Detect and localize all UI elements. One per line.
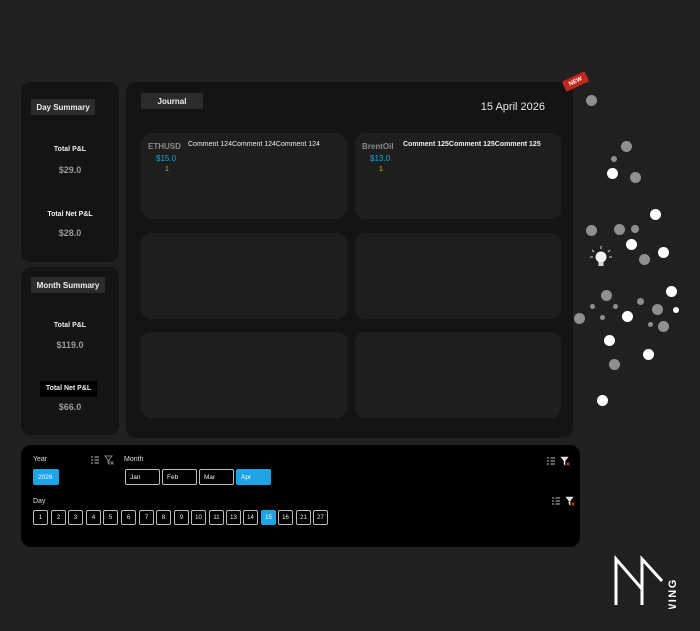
swing-logo: SWING <box>614 554 679 609</box>
day-option[interactable]: 13 <box>226 510 241 525</box>
month-option-mar[interactable]: Mar <box>199 469 234 485</box>
journal-card-empty[interactable] <box>141 233 347 319</box>
day-summary-panel: Day Summary Total P&L $29.0 Total Net P&… <box>21 82 119 262</box>
journal-panel: Journal 15 April 2026 ETHUSD $15.0 1 Com… <box>126 82 573 438</box>
day-option[interactable]: 6 <box>121 510 136 525</box>
day-summary-title: Day Summary <box>31 99 95 115</box>
journal-card[interactable]: ETHUSD $15.0 1 Comment 124Comment 124Com… <box>141 133 347 219</box>
multi-select-icon[interactable] <box>546 456 556 466</box>
decor-dot <box>613 304 618 309</box>
decor-dot <box>607 168 618 179</box>
month-total-net-pl-value: $66.0 <box>58 402 82 412</box>
multi-select-icon[interactable] <box>90 455 100 465</box>
clear-filter-icon[interactable] <box>560 456 570 466</box>
decor-dot <box>574 313 585 324</box>
decor-dot <box>631 225 639 233</box>
month-total-pl-label: Total P&L <box>53 322 87 329</box>
day-option[interactable]: 11 <box>209 510 224 525</box>
month-summary-title: Month Summary <box>31 277 105 293</box>
day-option[interactable]: 10 <box>191 510 206 525</box>
day-option[interactable]: 16 <box>278 510 293 525</box>
card-amount: $15.0 <box>156 154 177 163</box>
decor-dot <box>626 239 637 250</box>
journal-button[interactable]: Journal <box>141 93 203 109</box>
month-total-pl-value: $119.0 <box>56 340 84 350</box>
day-option[interactable]: 7 <box>139 510 154 525</box>
journal-card-empty[interactable] <box>141 332 347 418</box>
month-filter-title: Month <box>124 456 144 463</box>
decor-dot <box>604 335 615 346</box>
day-filter-title: Day <box>33 498 46 505</box>
card-symbol: ETHUSD <box>148 142 181 151</box>
card-count: 1 <box>165 166 169 173</box>
decor-dot <box>600 315 605 320</box>
day-option[interactable]: 9 <box>174 510 189 525</box>
day-option[interactable]: 1 <box>33 510 48 525</box>
logo-text: SWING <box>667 578 679 609</box>
decor-dot <box>621 141 632 152</box>
multi-select-icon[interactable] <box>551 496 561 506</box>
month-option-apr[interactable]: Apr <box>236 469 271 485</box>
day-total-pl-label: Total P&L <box>53 146 87 153</box>
day-total-net-pl-label: Total Net P&L <box>47 211 93 218</box>
day-option[interactable]: 5 <box>103 510 118 525</box>
month-option-feb[interactable]: Feb <box>162 469 197 485</box>
decor-dot <box>639 254 650 265</box>
new-badge: NEW <box>561 71 590 92</box>
clear-filter-icon[interactable] <box>565 496 575 506</box>
decor-dot <box>586 95 597 106</box>
day-total-pl-value: $29.0 <box>58 165 82 175</box>
decor-dot <box>652 304 663 315</box>
decor-dot <box>586 225 597 236</box>
decor-dot <box>648 322 653 327</box>
day-option[interactable]: 2 <box>51 510 66 525</box>
decor-dot <box>622 311 633 322</box>
lightbulb-icon <box>590 246 612 266</box>
decor-dot <box>643 349 654 360</box>
decor-dot <box>590 304 595 309</box>
card-count: 1 <box>379 166 383 173</box>
decor-dot <box>658 321 669 332</box>
day-option[interactable]: 21 <box>296 510 311 525</box>
decor-dot <box>637 298 644 305</box>
day-option-selected[interactable]: 15 <box>261 510 276 525</box>
day-option[interactable]: 3 <box>68 510 83 525</box>
journal-card-empty[interactable] <box>355 233 561 319</box>
year-option-2026[interactable]: 2026 <box>33 469 59 485</box>
card-symbol: BrentOil <box>362 142 394 151</box>
decor-dot <box>666 286 677 297</box>
decor-dot <box>614 224 625 235</box>
journal-card-empty[interactable] <box>355 332 561 418</box>
decor-dot <box>650 209 661 220</box>
month-total-net-pl-label: Total Net P&L <box>40 381 97 397</box>
day-option[interactable]: 8 <box>156 510 171 525</box>
day-option[interactable]: 14 <box>243 510 258 525</box>
day-total-net-pl-value: $28.0 <box>58 228 82 238</box>
decor-dot <box>673 307 679 313</box>
card-comment: Comment 124Comment 124Comment 124 <box>188 141 320 148</box>
journal-card[interactable]: BrentOil $13.0 1 Comment 125Comment 125C… <box>355 133 561 219</box>
decor-dot <box>630 172 641 183</box>
day-option[interactable]: 4 <box>86 510 101 525</box>
card-amount: $13.0 <box>370 154 391 163</box>
decor-dot <box>658 247 669 258</box>
decor-dot <box>609 359 620 370</box>
clear-filter-icon[interactable] <box>104 455 114 465</box>
month-summary-panel: Month Summary Total P&L $119.0 Total Net… <box>21 267 119 435</box>
decor-dot <box>597 395 608 406</box>
decor-dot <box>601 290 612 301</box>
year-filter-title: Year <box>33 456 48 463</box>
decor-dot <box>611 156 617 162</box>
filter-panel: Year 2026 Month Jan Feb Mar Apr Day 1 2 … <box>21 445 580 547</box>
card-comment: Comment 125Comment 125Comment 125 <box>403 141 541 148</box>
month-option-jan[interactable]: Jan <box>125 469 160 485</box>
day-option[interactable]: 27 <box>313 510 328 525</box>
journal-date: 15 April 2026 <box>480 101 545 113</box>
